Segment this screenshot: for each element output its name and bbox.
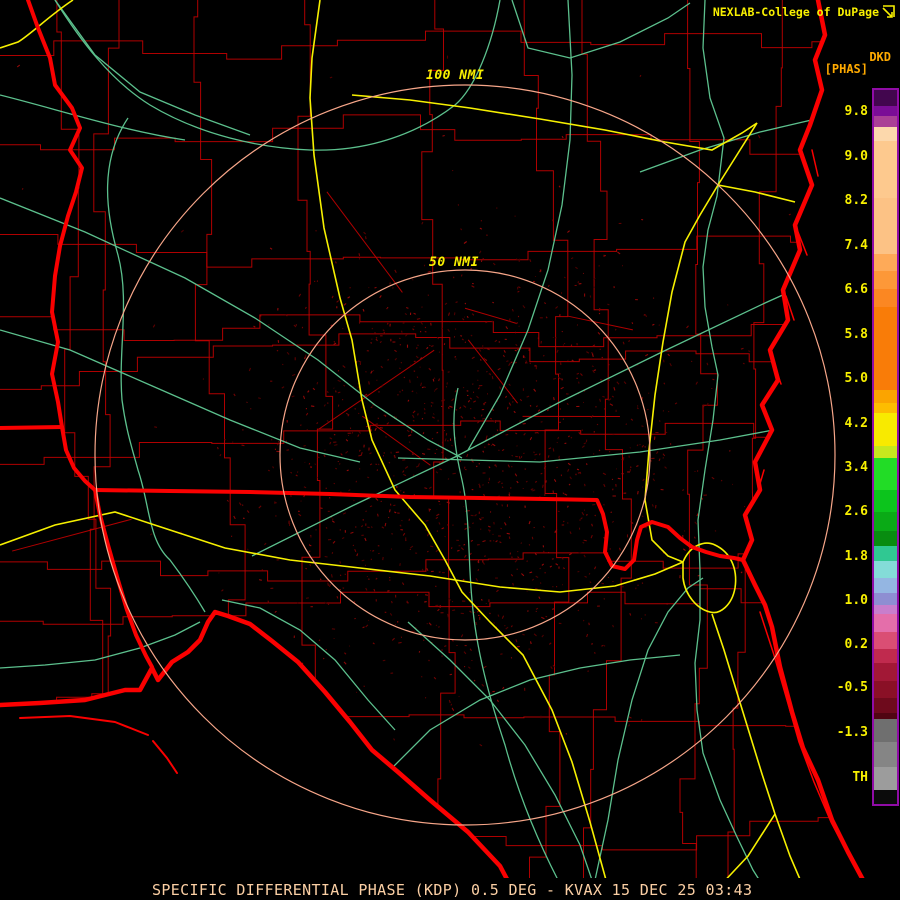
colorbar-tick-label: -1.3 — [836, 725, 868, 740]
colorbar-segment — [874, 531, 897, 546]
colorbar-segment — [874, 141, 897, 198]
colorbar-segment — [874, 605, 897, 614]
colorbar-segment — [874, 90, 897, 106]
colorbar-tick-label: -0.5 — [836, 680, 868, 695]
colorbar-tick-label: 7.4 — [844, 238, 868, 253]
county-borders-layer — [0, 0, 875, 900]
colorbar-segment — [874, 413, 897, 446]
colorbar-segment — [874, 512, 897, 531]
colorbar-tick-label: 2.6 — [844, 504, 868, 519]
colorbar-segment — [874, 458, 897, 490]
colorbar-segment — [874, 198, 897, 254]
colorbar-segment — [874, 614, 897, 632]
nexlab-brand-watermark: NEXLAB-College of DuPage — [712, 5, 879, 19]
range-rings-layer — [94, 84, 836, 826]
colorbar-segment — [874, 116, 897, 127]
colorbar-tick-label: 1.8 — [844, 549, 868, 564]
range-ring-label-50nmi: 50 NMI — [429, 255, 479, 270]
colorbar-segment — [874, 390, 897, 403]
radar-map-canvas[interactable] — [0, 0, 900, 900]
colorbar-segment — [874, 578, 897, 593]
colorbar-segment — [874, 593, 897, 605]
colorbar-segment — [874, 663, 897, 681]
product-title-text: SPECIFIC DIFFERENTIAL PHASE (KDP) 0.5 DE… — [152, 881, 753, 899]
product-tag-label: [PHAS] — [824, 62, 868, 76]
colorbar-tick-label: 5.8 — [844, 327, 868, 342]
colorbar-tick-label: 1.0 — [844, 593, 868, 608]
colorbar-tick-label: 5.0 — [844, 371, 868, 386]
colorbar-segment — [874, 719, 897, 742]
colorbar-segment — [874, 446, 897, 458]
colorbar-segment — [874, 546, 897, 561]
colorbar-segment — [874, 742, 897, 767]
colorbar-segment — [874, 698, 897, 713]
product-code-label: DKD — [869, 50, 891, 64]
colorbar-segment — [874, 649, 897, 663]
kdp-color-scale-bar — [872, 88, 899, 806]
colorbar-tick-label: 4.2 — [844, 416, 868, 431]
state-borders-layer — [0, 0, 878, 900]
colorbar-tick-label: 6.6 — [844, 282, 868, 297]
colorbar-tick-label: 0.2 — [844, 637, 868, 652]
colorbar-segment — [874, 681, 897, 698]
colorbar-segment — [874, 106, 897, 116]
colorbar-tick-label: 3.4 — [844, 460, 868, 475]
range-ring-50nmi — [279, 269, 651, 641]
radar-viewer-page: 100 NMI 50 NMI NEXLAB-College of DuPage … — [0, 0, 900, 900]
highway-yellow-layer — [0, 0, 847, 900]
colorbar-tick-label: 8.2 — [844, 193, 868, 208]
cod-box-arrow-icon — [882, 5, 895, 18]
colorbar-segment — [874, 561, 897, 578]
colorbar-segment — [874, 790, 897, 804]
colorbar-segment — [874, 127, 897, 141]
highway-green-layer — [0, 0, 861, 898]
colorbar-segment — [874, 632, 897, 649]
colorbar-segment — [874, 767, 897, 790]
range-ring-label-100nmi: 100 NMI — [426, 68, 485, 83]
colorbar-tick-label: TH — [852, 770, 868, 785]
colorbar-segment — [874, 403, 897, 413]
colorbar-tick-label: 9.0 — [844, 149, 868, 164]
colorbar-segment — [874, 254, 897, 271]
range-ring-100nmi — [94, 84, 836, 826]
colorbar-segment — [874, 490, 897, 512]
colorbar-segment — [874, 271, 897, 289]
colorbar-segment — [874, 289, 897, 307]
colorbar-tick-label: 9.8 — [844, 104, 868, 119]
colorbar-segment — [874, 307, 897, 390]
status-bar: SPECIFIC DIFFERENTIAL PHASE (KDP) 0.5 DE… — [0, 878, 900, 900]
radar-echo-speckle-layer — [16, 28, 859, 827]
